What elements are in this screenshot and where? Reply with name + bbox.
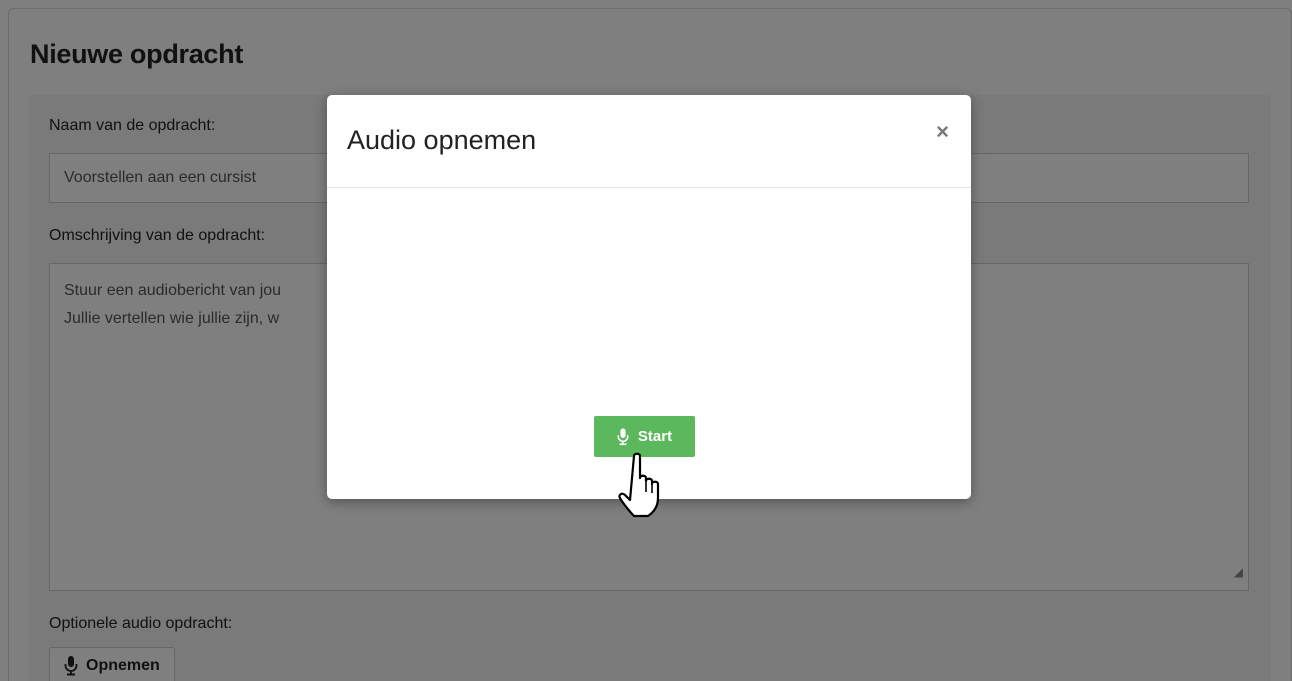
microphone-icon <box>617 427 629 446</box>
close-icon[interactable]: × <box>936 119 949 145</box>
start-button-label: Start <box>637 428 673 445</box>
modal-title: Audio opnemen <box>347 125 537 155</box>
app-stage: Nieuwe opdracht Naam van de opdracht: Vo… <box>0 0 1292 681</box>
hand-pointer-cursor-icon <box>618 452 674 520</box>
modal-header: Audio opnemen × <box>327 95 971 188</box>
start-recording-button[interactable]: Start <box>594 416 695 457</box>
audio-record-modal: Audio opnemen × Start <box>327 95 971 499</box>
